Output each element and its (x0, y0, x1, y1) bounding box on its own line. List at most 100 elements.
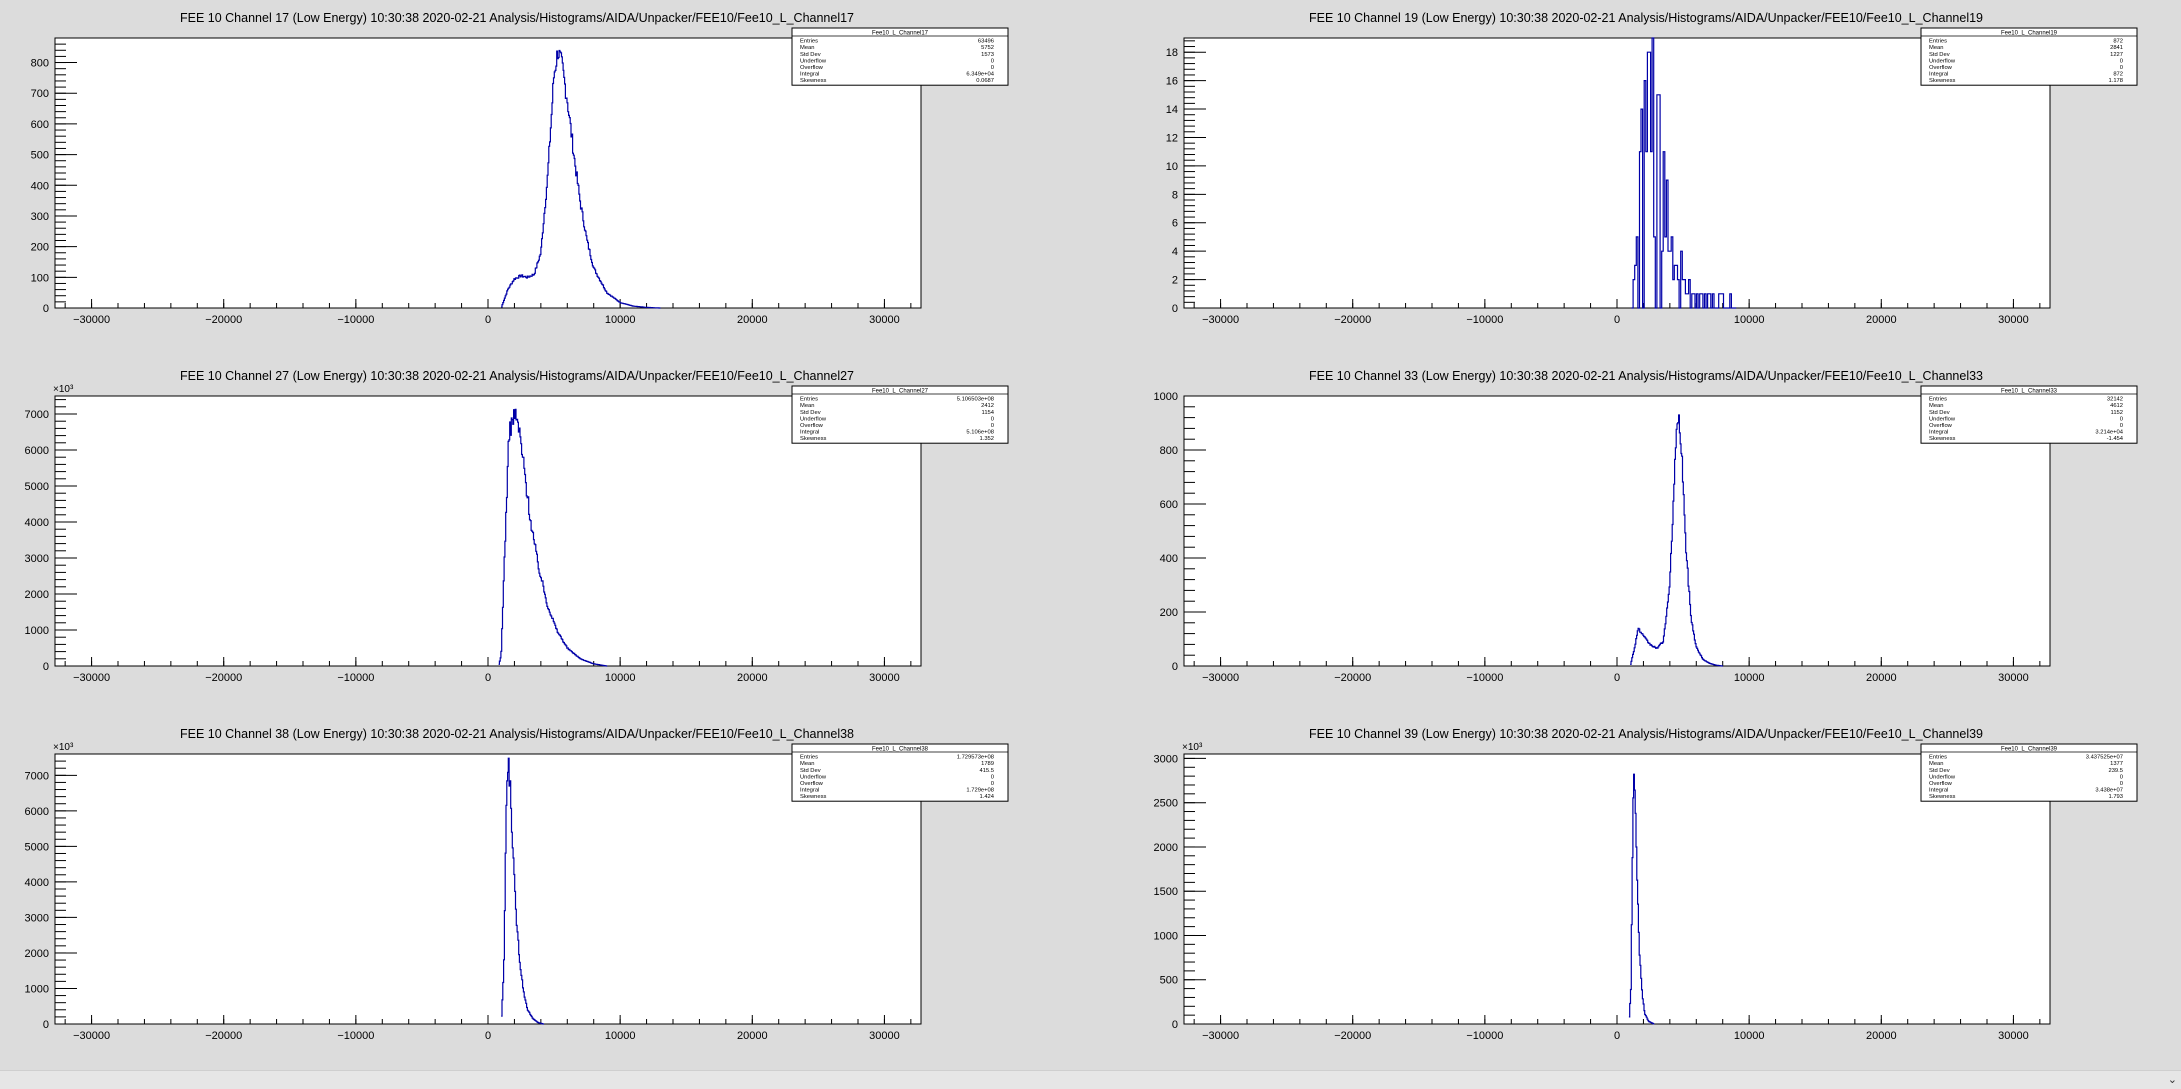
stats-value: 2841 (2110, 45, 2123, 51)
y-tick-label: 3000 (1154, 753, 1178, 765)
chart-title: FEE 10 Channel 19 (Low Energy) 10:30:38 … (1309, 11, 1983, 25)
stats-label: Std Dev (800, 768, 821, 774)
stats-box (1920, 27, 2138, 86)
stats-value: 0 (2120, 774, 2123, 780)
plot-frame (54, 753, 922, 1025)
histogram-panel: FEE 10 Channel 27 (Low Energy) 10:30:38 … (25, 369, 1009, 684)
histogram-panel: FEE 10 Channel 33 (Low Energy) 10:30:38 … (1154, 369, 2138, 684)
stats-value: 1227 (2110, 52, 2123, 58)
y-tick-label: 6000 (25, 806, 49, 818)
stats-value: 0 (2120, 423, 2123, 429)
stats-value: 1.424 (979, 794, 994, 800)
x-tick-label: 0 (1614, 314, 1620, 326)
stats-value: 0 (991, 774, 994, 780)
y-tick-label: 14 (1166, 104, 1178, 116)
y-tick-label: 16 (1166, 76, 1178, 88)
x-tick-label: −30000 (73, 1030, 110, 1042)
x-tick-label: −10000 (1466, 1030, 1503, 1042)
stats-label: Entries (1929, 397, 1947, 403)
stats-label: Underflow (1929, 58, 1956, 64)
stats-value: 0 (991, 65, 994, 71)
stats-value: 872 (2113, 39, 2123, 45)
stats-label: Integral (800, 72, 819, 78)
stats-label: Entries (1929, 755, 1947, 761)
x-tick-label: −30000 (1202, 672, 1239, 684)
x-tick-label: −10000 (1466, 314, 1503, 326)
plot-frame (1183, 395, 2051, 667)
x-tick-label: 20000 (1866, 672, 1897, 684)
x-tick-label: 30000 (869, 314, 900, 326)
stats-value: 1.178 (2108, 78, 2123, 84)
y-tick-label: 10 (1166, 161, 1178, 173)
x-tick-label: −30000 (73, 672, 110, 684)
x-tick-label: 10000 (605, 672, 636, 684)
stats-label: Overflow (1929, 423, 1953, 429)
y-multiplier-label: ×10³ (53, 384, 74, 395)
stats-label: Underflow (800, 774, 827, 780)
chart-title: FEE 10 Channel 33 (Low Energy) 10:30:38 … (1309, 369, 1983, 383)
stats-value: 32142 (2107, 397, 2123, 403)
stats-value: 1377 (2110, 761, 2123, 767)
stats-value: 1573 (981, 52, 994, 58)
y-tick-label: 0 (1172, 661, 1178, 673)
y-tick-label: 0 (43, 661, 49, 673)
y-tick-label: 4 (1172, 246, 1178, 258)
stats-label: Underflow (800, 58, 827, 64)
y-tick-label: 18 (1166, 47, 1178, 59)
plot-frame (1183, 37, 2051, 309)
stats-value: 1152 (2111, 410, 2123, 416)
stats-label: Overflow (1929, 65, 1953, 71)
y-tick-label: 8 (1172, 189, 1178, 201)
stats-label: Std Dev (1929, 52, 1950, 58)
y-multiplier-label: ×10³ (53, 742, 74, 753)
stats-label: Mean (1929, 45, 1944, 51)
stats-value: 415.5 (979, 768, 994, 774)
stats-label: Integral (800, 788, 819, 794)
x-tick-label: 10000 (605, 314, 636, 326)
y-tick-label: 400 (31, 180, 49, 192)
x-tick-label: −10000 (337, 314, 374, 326)
stats-value: -1.454 (2107, 436, 2124, 442)
stats-value: 5.106e+08 (966, 430, 994, 436)
x-tick-label: 0 (485, 1030, 491, 1042)
y-tick-label: 1000 (1154, 930, 1178, 942)
y-tick-label: 1000 (25, 625, 49, 637)
y-tick-label: 0 (43, 1019, 49, 1031)
x-tick-label: 20000 (737, 314, 768, 326)
x-tick-label: 30000 (1998, 1030, 2029, 1042)
stats-value: 0 (2120, 65, 2123, 71)
histogram-panel: FEE 10 Channel 19 (Low Energy) 10:30:38 … (1166, 11, 2138, 326)
stats-label: Entries (800, 397, 818, 403)
stats-label: Entries (800, 39, 818, 45)
x-tick-label: 0 (1614, 672, 1620, 684)
y-tick-label: 200 (1160, 607, 1178, 619)
x-tick-label: 20000 (737, 1030, 768, 1042)
stats-value: 0 (2120, 416, 2123, 422)
y-tick-label: 5000 (25, 481, 49, 493)
y-tick-label: 6 (1172, 218, 1178, 230)
x-tick-label: 10000 (1734, 1030, 1765, 1042)
x-tick-label: 10000 (1734, 314, 1765, 326)
chevron-down-icon[interactable]: ⌄ (2168, 1073, 2177, 1086)
x-tick-label: 20000 (737, 672, 768, 684)
stats-value: 5.106503e+08 (957, 397, 994, 403)
histogram-canvas: FEE 10 Channel 17 (Low Energy) 10:30:38 … (25, 11, 2138, 1042)
stats-label: Skewness (800, 78, 827, 84)
stats-label: Entries (1929, 39, 1947, 45)
y-tick-label: 700 (31, 88, 49, 100)
x-tick-label: 30000 (1998, 672, 2029, 684)
y-tick-label: 12 (1166, 132, 1178, 144)
x-tick-label: 10000 (1734, 672, 1765, 684)
histogram-panel: FEE 10 Channel 38 (Low Energy) 10:30:38 … (25, 727, 1009, 1042)
stats-value: 2412 (981, 403, 994, 409)
stats-label: Underflow (1929, 774, 1956, 780)
stats-value: 5752 (981, 45, 994, 51)
stats-label: Skewness (1929, 794, 1956, 800)
stats-value: 0 (2120, 781, 2123, 787)
y-tick-label: 4000 (25, 877, 49, 889)
x-tick-label: 10000 (605, 1030, 636, 1042)
stats-label: Underflow (800, 416, 827, 422)
stats-label: Std Dev (1929, 768, 1950, 774)
stats-value: 0 (991, 58, 994, 64)
stats-value: 1789 (981, 761, 994, 767)
